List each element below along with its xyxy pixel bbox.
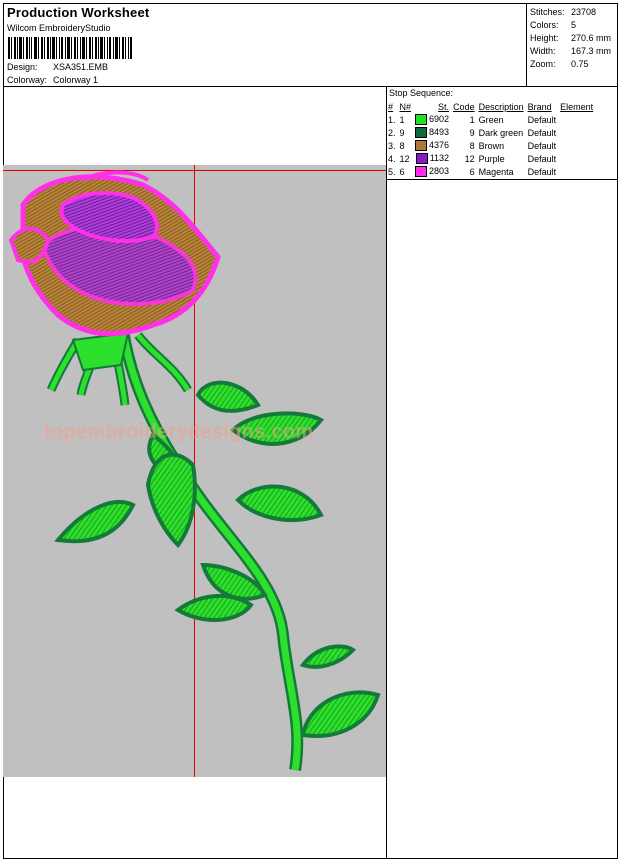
table-row: 3. 8 4376 8 Brown Default — [387, 139, 596, 152]
row-number: 1. — [388, 114, 396, 125]
thread-color-swatch — [415, 140, 428, 152]
stat-width: Width: 167.3 mm — [530, 46, 612, 56]
row-code: 6 — [469, 166, 475, 177]
row-brand: Default — [527, 127, 557, 138]
stats-divider — [526, 3, 527, 86]
row-code: 1 — [469, 114, 475, 125]
row-stitches: 8493 — [414, 126, 452, 139]
row-number: 3. — [388, 140, 396, 151]
row-stitches: 4376 — [414, 139, 452, 152]
row-brand: Default — [527, 153, 557, 164]
design-stats: Stitches: 23708 Colors: 5 Height: 270.6 mm … — [530, 6, 611, 71]
stop-sequence-title: Stop Sequence: — [389, 88, 454, 98]
row-element — [559, 126, 596, 139]
row-stitches: 6902 — [414, 113, 452, 126]
row-element — [559, 165, 596, 178]
row-number: 2. — [388, 127, 396, 138]
col-code: Code — [453, 101, 475, 112]
row-needle: 8 — [399, 140, 405, 151]
row-brand: Default — [527, 140, 557, 151]
design-value: XSA351.EMB — [53, 62, 109, 72]
table-row: 5. 6 2803 6 Magenta Default — [387, 165, 596, 178]
stop-sequence-table: # N# St. Code Description Brand Element … — [387, 101, 596, 178]
header-divider — [3, 86, 618, 87]
row-number: 4. — [388, 153, 396, 164]
stitch-count: 8493 — [429, 126, 450, 137]
row-description: Magenta — [478, 166, 514, 177]
row-description: Brown — [478, 140, 505, 151]
stat-stitches: Stitches: 23708 — [530, 7, 597, 17]
table-row: 4. 12 1132 12 Purple Default — [387, 152, 596, 165]
thread-color-swatch — [415, 153, 428, 165]
row-needle: 1 — [399, 114, 405, 125]
sequence-divider — [386, 179, 618, 180]
thread-color-swatch — [415, 114, 428, 126]
row-stitches: 1132 — [414, 152, 452, 165]
row-element — [559, 139, 596, 152]
row-code: 8 — [469, 140, 475, 151]
row-code: 12 — [464, 153, 475, 164]
stitch-count: 2803 — [429, 165, 450, 176]
row-needle: 6 — [399, 166, 405, 177]
thread-color-swatch — [415, 166, 428, 178]
col-element: Element — [560, 101, 594, 112]
page-title: Production Worksheet — [7, 5, 150, 20]
design-label: Design: — [7, 62, 38, 72]
row-element — [559, 152, 596, 165]
stat-colors: Colors: 5 — [530, 20, 577, 30]
software-name: Wilcom EmbroideryStudio — [7, 23, 111, 33]
col-number: # — [388, 101, 394, 112]
panel-divider — [386, 86, 387, 859]
row-description: Purple — [478, 153, 505, 164]
colorway-value: Colorway 1 — [53, 75, 99, 85]
col-stitches: St. — [438, 101, 450, 112]
stat-zoom: Zoom: 0.75 — [530, 59, 589, 69]
rose-embroidery-image — [8, 170, 381, 772]
stitch-count: 1132 — [429, 152, 450, 163]
col-needle: N# — [399, 101, 412, 112]
barcode — [8, 37, 132, 59]
col-brand: Brand — [527, 101, 552, 112]
row-description: Green — [478, 114, 504, 125]
row-needle: 12 — [399, 153, 410, 164]
row-number: 5. — [388, 166, 396, 177]
row-stitches: 2803 — [414, 165, 452, 178]
row-code: 9 — [469, 127, 475, 138]
table-header-row: # N# St. Code Description Brand Element — [387, 101, 596, 113]
row-element — [559, 113, 596, 126]
stat-height: Height: 270.6 mm — [530, 33, 612, 43]
thread-color-swatch — [415, 127, 428, 139]
watermark-text: topembroiderydesigns.com — [44, 421, 314, 443]
table-row: 2. 9 8493 9 Dark green Default — [387, 126, 596, 139]
col-description: Description — [478, 101, 524, 112]
row-brand: Default — [527, 166, 557, 177]
colorway-label: Colorway: — [7, 75, 48, 85]
stitch-count: 6902 — [429, 113, 450, 124]
table-row: 1. 1 6902 1 Green Default — [387, 113, 596, 126]
row-needle: 9 — [399, 127, 405, 138]
stitch-count: 4376 — [429, 139, 450, 150]
colorway-field: Colorway: Colorway 1 — [7, 75, 98, 85]
row-brand: Default — [527, 114, 557, 125]
design-field: Design: XSA351.EMB — [7, 62, 108, 72]
row-description: Dark green — [478, 127, 524, 138]
